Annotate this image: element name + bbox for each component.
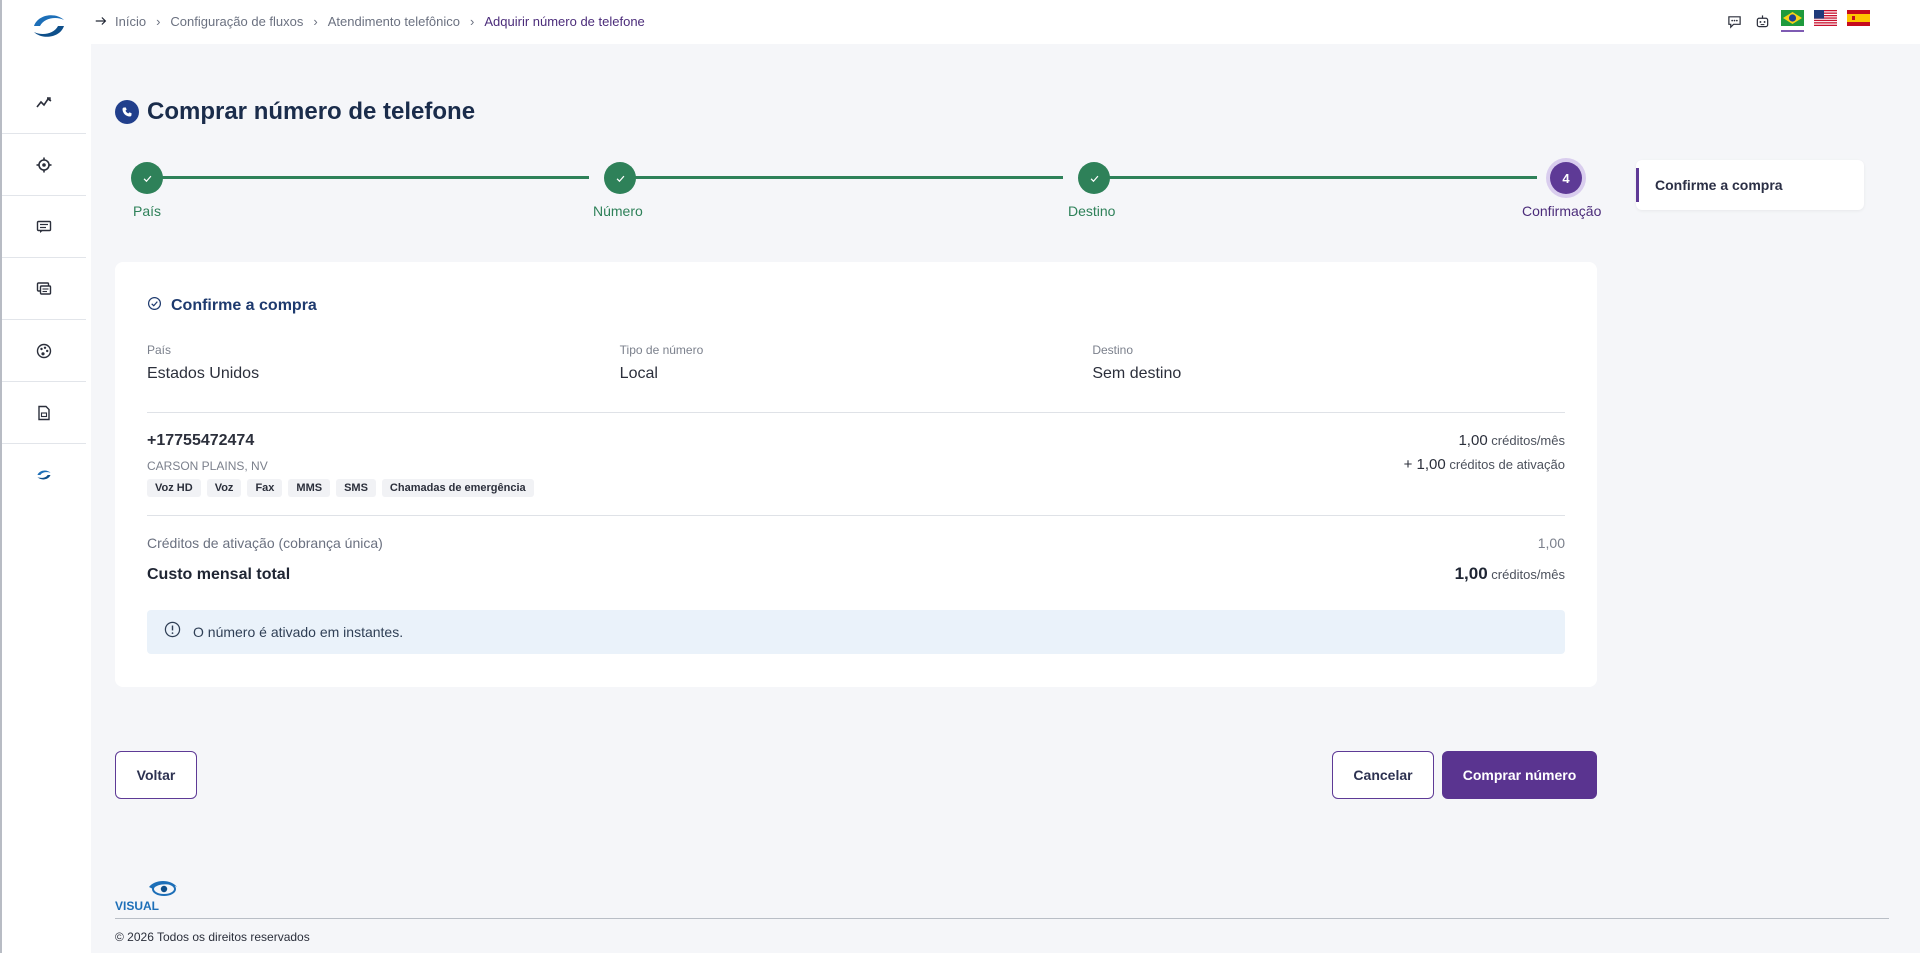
number-type-value: Local bbox=[619, 365, 658, 382]
total-value: 1,00 bbox=[1454, 564, 1488, 583]
language-en-us[interactable] bbox=[1814, 10, 1837, 32]
chevron-right-icon: › bbox=[470, 14, 475, 29]
chart-line-icon bbox=[36, 96, 52, 107]
chevron-right-icon: › bbox=[156, 14, 161, 29]
confirmation-card: Confirme a compra País Estados Unidos Ti… bbox=[115, 262, 1597, 687]
footer-copyright: © 2026 Todos os direitos reservados bbox=[115, 930, 310, 944]
activation-row: Créditos de ativação (cobrança única) 1,… bbox=[147, 535, 1565, 551]
country-label: País bbox=[147, 343, 172, 357]
message-list-icon bbox=[36, 220, 52, 233]
section-nav: Confirme a compra bbox=[1636, 160, 1864, 210]
sidebar bbox=[0, 0, 91, 953]
footer-logo-text: VISUAL bbox=[115, 899, 159, 913]
sidebar-item-dashboard[interactable] bbox=[2, 72, 86, 134]
info-notice: O número é ativado em instantes. bbox=[147, 610, 1565, 654]
capability-tag: Chamadas de emergência bbox=[381, 479, 534, 497]
phone-icon bbox=[115, 100, 139, 124]
capability-tag: MMS bbox=[288, 479, 331, 497]
language-es[interactable] bbox=[1847, 10, 1870, 32]
capability-tag: Voz bbox=[206, 479, 242, 497]
activation-row-value: 1,00 bbox=[1537, 535, 1565, 551]
divider bbox=[147, 412, 1565, 413]
sidebar-item-messages[interactable] bbox=[2, 196, 86, 258]
step-label-destination: Destino bbox=[1068, 203, 1116, 219]
destination-label: Destino bbox=[1092, 343, 1134, 357]
breadcrumb-phone-service[interactable]: Atendimento telefônico bbox=[328, 14, 460, 29]
total-price: 1,00 créditos/mês bbox=[1455, 564, 1565, 584]
divider bbox=[147, 515, 1565, 516]
app-logo-icon[interactable] bbox=[30, 10, 68, 42]
document-icon bbox=[38, 405, 50, 420]
sidebar-item-reports[interactable] bbox=[2, 382, 86, 444]
info-notice-text: O número é ativado em instantes. bbox=[193, 624, 404, 640]
card-heading: Confirme a compra bbox=[171, 297, 317, 314]
top-bar: Início › Configuração de fluxos › Atendi… bbox=[91, 0, 1920, 44]
breadcrumb-flow-config[interactable]: Configuração de fluxos bbox=[170, 14, 303, 29]
phone-location: CARSON PLAINS, NV bbox=[147, 459, 268, 473]
language-pt-br[interactable] bbox=[1781, 10, 1804, 32]
phone-number: +17755472474 bbox=[147, 432, 255, 449]
chat-bubble-icon[interactable] bbox=[1725, 12, 1743, 30]
cancel-button[interactable]: Cancelar bbox=[1332, 751, 1434, 799]
step-2-check-icon bbox=[604, 162, 636, 194]
sidebar-item-settings[interactable] bbox=[2, 134, 86, 196]
sidebar-item-theme[interactable] bbox=[2, 320, 86, 382]
check-circle-icon bbox=[147, 296, 162, 316]
capability-tag: Fax bbox=[247, 479, 283, 497]
activation-price-unit: créditos de ativação bbox=[1449, 457, 1565, 472]
activation-row-label: Créditos de ativação (cobrança única) bbox=[147, 535, 383, 551]
chat-icon bbox=[36, 281, 52, 295]
number-type-label: Tipo de número bbox=[619, 343, 704, 357]
footer-logo: VISUAL bbox=[115, 877, 187, 913]
arrow-right-icon[interactable] bbox=[91, 11, 111, 31]
activation-price-value: + 1,00 bbox=[1403, 456, 1446, 473]
activation-price: + 1,00 créditos de ativação bbox=[1404, 456, 1565, 473]
palette-icon bbox=[36, 343, 52, 358]
total-label: Custo mensal total bbox=[147, 566, 291, 583]
buy-number-button[interactable]: Comprar número bbox=[1442, 751, 1597, 799]
back-button[interactable]: Voltar bbox=[115, 751, 197, 799]
capability-tag: SMS bbox=[336, 479, 376, 497]
usa-flag-icon bbox=[1814, 10, 1837, 26]
sidebar-item-brand[interactable] bbox=[2, 444, 86, 506]
monthly-price-value: 1,00 bbox=[1458, 432, 1488, 449]
step-label-number: Número bbox=[593, 203, 643, 219]
country-value: Estados Unidos bbox=[147, 365, 260, 382]
chevron-right-icon: › bbox=[313, 14, 318, 29]
sidebar-item-chats[interactable] bbox=[2, 258, 86, 320]
footer-divider bbox=[115, 918, 1889, 919]
brazil-flag-icon bbox=[1781, 10, 1804, 26]
step-label-country: País bbox=[133, 203, 162, 219]
breadcrumb: Início › Configuração de fluxos › Atendi… bbox=[115, 14, 645, 29]
info-circle-icon bbox=[164, 621, 181, 643]
breadcrumb-current: Adquirir número de telefone bbox=[484, 14, 645, 29]
spain-flag-icon bbox=[1847, 10, 1870, 26]
total-row: Custo mensal total 1,00 créditos/mês bbox=[147, 564, 1565, 584]
total-unit: créditos/mês bbox=[1491, 567, 1565, 582]
step-3-check-icon bbox=[1078, 162, 1110, 194]
step-label-confirmation: Confirmação bbox=[1522, 203, 1602, 219]
monthly-price: 1,00 créditos/mês bbox=[1458, 432, 1565, 449]
robot-icon[interactable] bbox=[1753, 12, 1771, 30]
brand-swirl-icon bbox=[37, 470, 51, 480]
gear-icon bbox=[36, 157, 52, 172]
step-4-number: 4 bbox=[1550, 162, 1582, 194]
purchase-stepper: 4 País Número Destino Confirmação bbox=[115, 160, 1605, 230]
destination-value: Sem destino bbox=[1092, 365, 1182, 382]
step-1-check-icon bbox=[131, 162, 163, 194]
breadcrumb-home[interactable]: Início bbox=[115, 14, 146, 29]
page-title: Comprar número de telefone bbox=[147, 98, 476, 125]
capability-tag: Voz HD bbox=[147, 479, 201, 497]
capability-tags: Voz HD Voz Fax MMS SMS Chamadas de emerg… bbox=[147, 479, 534, 497]
section-nav-item-confirm[interactable]: Confirme a compra bbox=[1655, 177, 1783, 193]
monthly-price-unit: créditos/mês bbox=[1491, 433, 1565, 448]
